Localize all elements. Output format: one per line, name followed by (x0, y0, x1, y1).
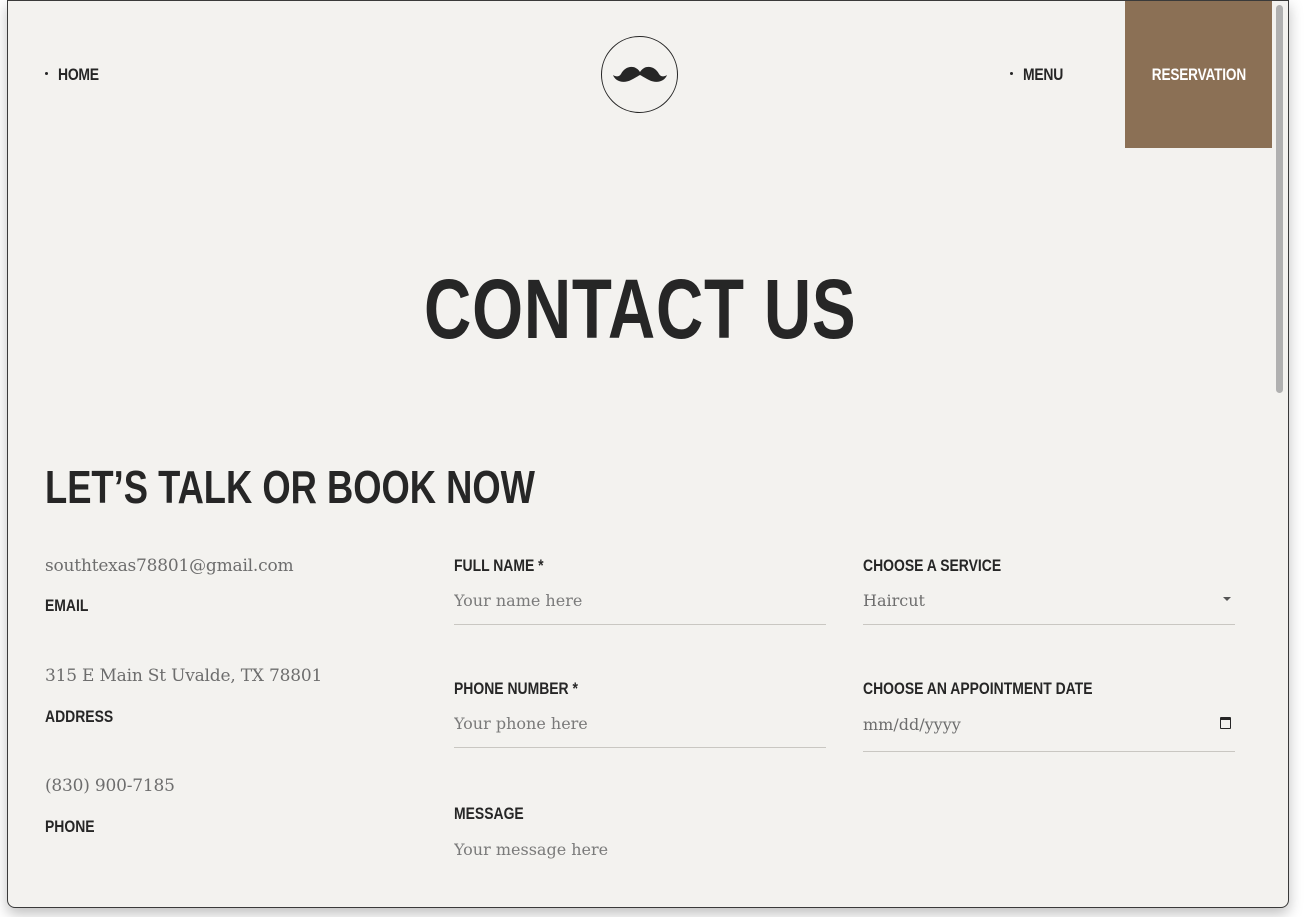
nav-home-link[interactable]: HOME (45, 65, 108, 85)
logo[interactable] (601, 36, 678, 113)
phone-label: PHONE (45, 817, 95, 836)
message-input[interactable] (454, 840, 826, 873)
service-selected-value: Haircut (863, 591, 925, 610)
full-name-input[interactable] (454, 591, 826, 625)
email-value[interactable]: southtexas78801@gmail.com (45, 556, 294, 576)
service-label: CHOOSE A SERVICE (863, 556, 1002, 575)
section-title: LET’S TALK OR BOOK NOW (45, 461, 535, 513)
message-label: MESSAGE (454, 804, 524, 823)
phone-number-input[interactable] (454, 714, 826, 748)
mustache-icon (613, 66, 667, 82)
calendar-icon[interactable] (1220, 717, 1231, 729)
nav-menu-link[interactable]: MENU (1010, 65, 1072, 85)
scrollbar[interactable] (1273, 1, 1288, 907)
appointment-date-label: CHOOSE AN APPOINTMENT DATE (863, 679, 1093, 698)
address-value: 315 E Main St Uvalde, TX 78801 (45, 666, 323, 686)
chevron-down-icon (1223, 597, 1231, 601)
full-name-label: FULL NAME * (454, 556, 544, 575)
scrollbar-thumb[interactable] (1276, 5, 1283, 393)
reservation-button[interactable]: RESERVATION (1125, 1, 1272, 148)
service-select[interactable]: Haircut (863, 591, 1235, 625)
bullet-icon (45, 72, 48, 75)
date-placeholder: mm/dd/yyyy (863, 715, 961, 734)
page-title: CONTACT US (423, 262, 857, 356)
bullet-icon (1010, 72, 1013, 75)
email-label: EMAIL (45, 596, 89, 615)
phone-number-label: PHONE NUMBER * (454, 679, 578, 698)
phone-value[interactable]: (830) 900-7185 (45, 776, 175, 796)
appointment-date-input[interactable]: mm/dd/yyyy (863, 715, 1235, 752)
address-label: ADDRESS (45, 707, 114, 726)
browser-window: HOME MENU RESERVATION CONTACT US LET’S T… (7, 0, 1289, 908)
